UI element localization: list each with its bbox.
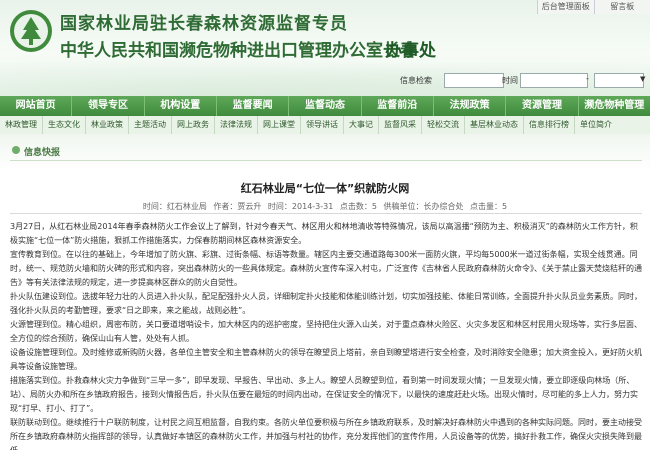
guestbook-link[interactable]: 留言板 — [593, 0, 650, 14]
subnav-item[interactable]: 领导讲话 — [301, 116, 344, 134]
site-title-suffix: 办事处 — [385, 41, 436, 61]
search-label: 信息检索 — [400, 76, 432, 85]
article-paragraph: 3月27日，从红石林业局2014年春季森林防火工作会议上了解到，针对今春天气、林… — [10, 222, 638, 245]
nav-item-organization[interactable]: 机构设置 — [145, 96, 217, 116]
subnav-item[interactable]: 林业政策 — [86, 116, 129, 134]
chevron-down-icon[interactable]: ▼ — [640, 75, 645, 83]
site-title-line1: 国家林业局驻长春森林资源监督专员 — [60, 14, 348, 34]
article-paragraph: 火源管理到位。精心组织，周密布防，关口要道增哨设卡，加大林区内的巡护密度，坚持把… — [10, 320, 642, 343]
nav-item-supervision-frontier[interactable]: 监督前沿 — [362, 96, 434, 116]
header-banner: 国家林业局驻长春森林资源监督专员 中华人民共和国濒危物种进出口管理办公室长春 办… — [0, 0, 650, 96]
search-bar: 信息检索 时间 - ▼ — [400, 72, 650, 88]
search-input[interactable] — [444, 73, 504, 88]
nav-item-home[interactable]: 网站首页 — [0, 96, 73, 116]
page: 国家林业局驻长春森林资源监督专员 中华人民共和国濒危物种进出口管理办公室长春 办… — [0, 0, 650, 450]
article-paragraph: 措施落实到位。扑救森林火灾力争做到“三早一多”，即早发现、早报告、早出动、多上人… — [10, 376, 638, 413]
nav-item-endangered-species[interactable]: 濒危物种管理 — [579, 96, 650, 116]
subnav-item[interactable]: 生态文化 — [43, 116, 86, 134]
subnav-item[interactable]: 监督风采 — [379, 116, 422, 134]
divider — [10, 213, 642, 214]
subnav-item[interactable]: 网上政务 — [172, 116, 215, 134]
article-paragraph: 设备设施管理到位。及时维修或新购防火器，各单位主管安全和主管森林防火的领导在瞭望… — [10, 348, 642, 371]
time-label: 时间 — [502, 76, 518, 85]
subnav-item[interactable]: 主题活动 — [129, 116, 172, 134]
nav-item-resource-management[interactable]: 资源管理 — [506, 96, 579, 116]
subnav-item[interactable]: 法律法规 — [215, 116, 258, 134]
site-title-line2: 中华人民共和国濒危物种进出口管理办公室长春 — [60, 41, 417, 61]
subnav-item[interactable]: 信息排行榜 — [524, 116, 575, 134]
subnav-item[interactable]: 林政管理 — [0, 116, 43, 134]
article-title: 红石林业局“七位一体”织就防火网 — [240, 182, 410, 195]
nav-item-supervision-news[interactable]: 监督要闻 — [217, 96, 290, 116]
nav-item-leaders[interactable]: 领导专区 — [72, 96, 145, 116]
admin-panel-link[interactable]: 后台管理面板 — [537, 0, 594, 14]
subnav-item[interactable]: 网上课堂 — [258, 116, 301, 134]
content-band — [0, 134, 650, 170]
nav-item-regulations[interactable]: 法规政策 — [434, 96, 507, 116]
subnav-item[interactable]: 轻松交流 — [422, 116, 465, 134]
subnav-item[interactable]: 大事记 — [344, 116, 379, 134]
subnav-item[interactable]: 基层林业动态 — [465, 116, 524, 134]
bullet-icon — [12, 146, 20, 154]
breadcrumb[interactable]: 信息快报 — [24, 145, 60, 158]
article-paragraph: 扑火队伍建设到位。选拔年轻力壮的人员进入扑火队，配足配强扑火人员，详细制定扑火技… — [10, 292, 642, 315]
end-date-input[interactable] — [594, 73, 644, 88]
date-range-separator: - — [586, 74, 589, 83]
divider — [10, 160, 642, 161]
subnav-item[interactable]: 单位简介 — [575, 116, 617, 134]
top-links: 后台管理面板 留言板 — [537, 0, 650, 14]
main-nav: 网站首页 领导专区 机构设置 监督要闻 监督动态 监督前沿 法规政策 资源管理 … — [0, 96, 650, 116]
start-date-input[interactable] — [520, 73, 588, 88]
nav-item-supervision-updates[interactable]: 监督动态 — [289, 96, 362, 116]
article-paragraph: 宣传教育到位。在以往的基础上，今年增加了防火旗、彩旗、过街条幅、标语等数量。辖区… — [10, 250, 642, 287]
article-body: 3月27日，从红石林业局2014年春季森林防火工作会议上了解到，针对今春天气、林… — [10, 220, 642, 450]
article-meta: 时间：红石林业局 作者：贾云升 时间：2014-3-31 点击数：5 供稿单位：… — [142, 202, 508, 211]
forestry-logo-icon — [10, 10, 52, 52]
sub-nav: 林政管理 生态文化 林业政策 主题活动 网上政务 法律法规 网上课堂 领导讲话 … — [0, 116, 650, 135]
article-paragraph: 联防联动到位。继续推行十户联防制度，让村民之间互相监督，自我约束。各防火单位要积… — [10, 418, 642, 450]
